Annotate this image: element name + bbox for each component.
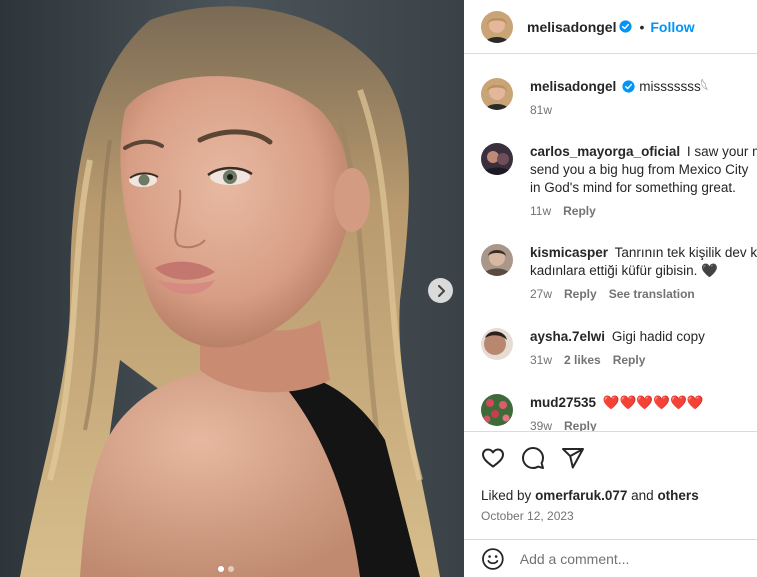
- comment-item: mud27535 ❤️❤️❤️❤️❤️❤️ 39w Reply: [481, 394, 757, 431]
- comment-username[interactable]: carlos_mayorga_oficial: [530, 144, 680, 159]
- comment-text-line: kadınlara ettiği küfür gibisin. 🖤: [530, 263, 718, 278]
- add-comment-bar: [464, 539, 757, 577]
- liked-by-and: and: [631, 488, 654, 503]
- reply-button[interactable]: Reply: [613, 353, 646, 367]
- post-date: October 12, 2023: [481, 509, 574, 523]
- carousel-indicator: [218, 566, 234, 572]
- comments-list[interactable]: melisadongel misssssss𓆩 81w carlos_mayorg…: [464, 54, 757, 431]
- comment-username[interactable]: aysha.7elwi: [530, 329, 605, 344]
- commenter-avatar[interactable]: [481, 244, 513, 276]
- comment-item: carlos_mayorga_oficial I saw your me sen…: [481, 143, 757, 218]
- comment-text: I saw your me: [686, 144, 757, 159]
- author-username[interactable]: melisadongel: [527, 19, 616, 35]
- caption-emoji: 𓆩: [700, 79, 709, 94]
- commenter-avatar[interactable]: [481, 394, 513, 426]
- comment-text: Gigi hadid copy: [611, 329, 705, 344]
- liked-by-user[interactable]: omerfaruk.077: [535, 488, 627, 503]
- comment-text-line: send you a big hug from Mexico City: [530, 162, 749, 177]
- comment-meta: 39w Reply: [530, 419, 757, 431]
- comment-item: aysha.7elwi Gigi hadid copy 31w 2 likes …: [481, 328, 757, 367]
- comment-text-line: mud27535 ❤️❤️❤️❤️❤️❤️: [530, 394, 757, 412]
- caption-time: 81w: [530, 103, 553, 117]
- comment-username[interactable]: mud27535: [530, 395, 596, 410]
- verified-badge-icon: [619, 20, 633, 33]
- liked-by-line: Liked by omerfaruk.077 and others: [481, 488, 699, 503]
- caption: melisadongel misssssss𓆩 81w: [481, 78, 757, 117]
- post-side-panel: melisadongel • Follow melisadongel missss…: [464, 0, 757, 577]
- verified-badge-icon: [622, 80, 635, 93]
- comment-text: Tanrının tek kişilik dev ka: [614, 245, 757, 260]
- comment-meta: 27w Reply See translation: [530, 287, 757, 301]
- post-photo: [0, 0, 464, 577]
- carousel-dot: [228, 566, 234, 572]
- post-actions: Liked by omerfaruk.077 and others Octobe…: [464, 431, 757, 539]
- caption-text-line: melisadongel misssssss𓆩: [530, 78, 757, 96]
- comment-input[interactable]: [519, 550, 757, 567]
- liked-by-prefix: Liked by: [481, 488, 532, 503]
- caption-author-avatar[interactable]: [481, 78, 513, 110]
- comment-text-line: carlos_mayorga_oficial I saw your me: [530, 143, 757, 161]
- post-photo-carousel[interactable]: [0, 0, 464, 577]
- comment-username[interactable]: kismicasper: [530, 245, 608, 260]
- liked-by-others[interactable]: others: [657, 488, 698, 503]
- comment-icon[interactable]: [521, 446, 545, 470]
- chevron-right-icon: [437, 284, 445, 297]
- commenter-avatar[interactable]: [481, 143, 513, 175]
- comment-likes-count[interactable]: 2 likes: [564, 353, 601, 367]
- comment-meta: 31w 2 likes Reply: [530, 353, 757, 367]
- comment-item: kismicasper Tanrının tek kişilik dev ka …: [481, 244, 757, 301]
- caption-text: misssssss: [639, 79, 701, 94]
- comment-text: ❤️❤️❤️❤️❤️❤️: [602, 395, 704, 410]
- author-avatar[interactable]: [481, 10, 513, 43]
- post-header: melisadongel • Follow: [464, 0, 757, 54]
- comment-text-line: kismicasper Tanrının tek kişilik dev ka: [530, 244, 757, 262]
- reply-button[interactable]: Reply: [564, 287, 597, 301]
- header-separator: •: [639, 18, 645, 35]
- share-icon[interactable]: [561, 446, 585, 470]
- comment-meta: 11w Reply: [530, 204, 757, 218]
- follow-button[interactable]: Follow: [650, 19, 694, 35]
- reply-button[interactable]: Reply: [564, 419, 597, 431]
- see-translation-button[interactable]: See translation: [609, 287, 695, 301]
- next-slide-button[interactable]: [428, 278, 453, 303]
- comment-time: 11w: [530, 204, 552, 218]
- comment-text-line: in God's mind for something great.: [530, 180, 736, 195]
- comment-time: 27w: [530, 287, 553, 301]
- reply-button[interactable]: Reply: [563, 204, 596, 218]
- comment-time: 39w: [530, 419, 553, 431]
- caption-meta: 81w: [530, 103, 757, 117]
- commenter-avatar[interactable]: [481, 328, 513, 360]
- comment-time: 31w: [530, 353, 553, 367]
- comment-text-line: aysha.7elwi Gigi hadid copy: [530, 328, 757, 346]
- caption-username[interactable]: melisadongel: [530, 79, 616, 94]
- heart-icon[interactable]: [481, 446, 505, 470]
- carousel-dot-active: [218, 566, 224, 572]
- emoji-icon[interactable]: [481, 547, 505, 571]
